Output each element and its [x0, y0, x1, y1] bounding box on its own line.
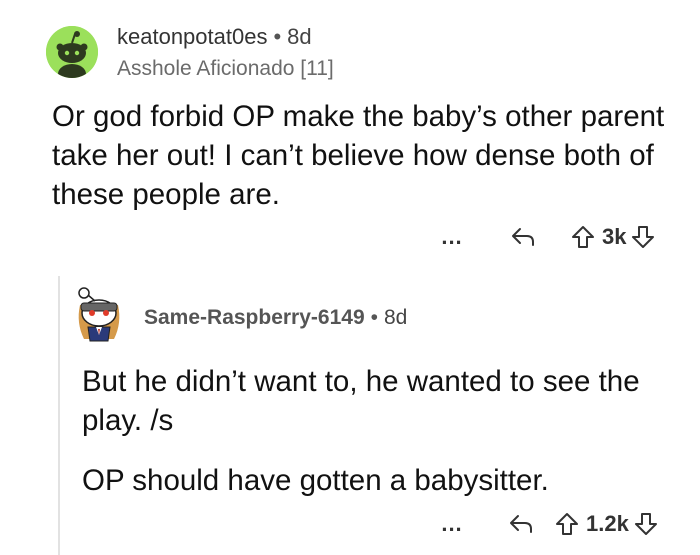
- snoo-avatar-icon: [78, 287, 120, 342]
- arrow-down-icon[interactable]: [633, 511, 659, 537]
- arrow-up-icon[interactable]: [570, 224, 596, 250]
- comment-actions: ... 3k: [432, 224, 656, 250]
- meta-separator: •: [370, 306, 378, 329]
- more-options-button[interactable]: ...: [432, 224, 472, 250]
- score: 1.2k: [586, 511, 629, 536]
- snoo-avatar-icon: [46, 26, 98, 78]
- username[interactable]: Same-Raspberry-6149: [144, 306, 365, 329]
- avatar[interactable]: [46, 26, 98, 78]
- arrow-up-icon[interactable]: [554, 511, 580, 537]
- reply-paragraph: But he didn’t want to, he wanted to see …: [82, 365, 640, 437]
- reply-body: But he didn’t want to, he wanted to see …: [82, 362, 682, 521]
- comment-age: 8d: [287, 24, 312, 49]
- reply-icon[interactable]: [508, 513, 534, 535]
- reply-paragraph: OP should have gotten a babysitter.: [82, 464, 549, 497]
- comment-meta: keatonpotat0es • 8d: [117, 23, 312, 51]
- comment-age: 8d: [383, 306, 408, 329]
- reply-meta: Same-Raspberry-6149 • 8d: [144, 304, 407, 332]
- arrow-down-icon[interactable]: [630, 224, 656, 250]
- more-options-button[interactable]: ...: [432, 511, 472, 537]
- username[interactable]: keatonpotat0es: [117, 24, 267, 49]
- reply-icon[interactable]: [510, 226, 536, 248]
- thread-line[interactable]: [58, 276, 60, 555]
- comment-body: Or god forbid OP make the baby’s other p…: [52, 100, 665, 211]
- avatar[interactable]: [70, 283, 128, 343]
- reply-actions: ... 1.2k: [432, 511, 659, 537]
- score: 3k: [602, 224, 627, 249]
- comment-thread: keatonpotat0es • 8d Asshole Aficionado [11…: [0, 0, 700, 555]
- user-flair: Asshole Aficionado [11]: [117, 57, 334, 80]
- meta-separator: •: [273, 24, 282, 49]
